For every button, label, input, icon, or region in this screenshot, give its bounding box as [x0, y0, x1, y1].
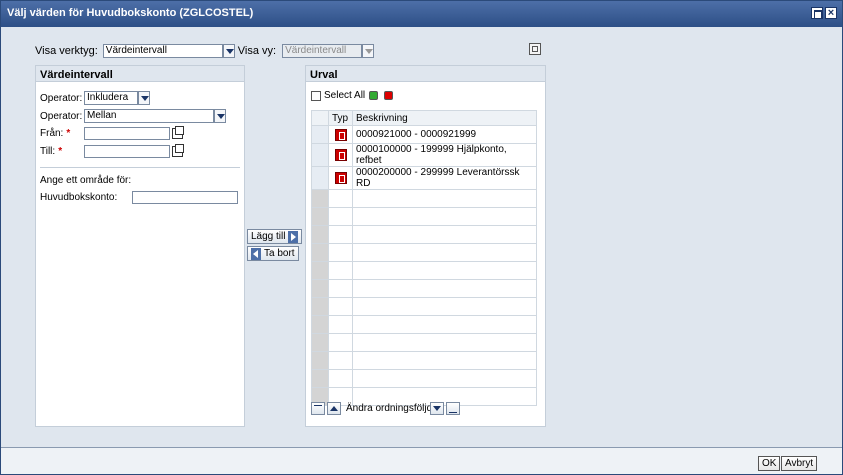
select-all-checkbox[interactable]: [311, 90, 321, 101]
remove-button[interactable]: Ta bort: [247, 246, 299, 261]
dialog-content: Visa verktyg: Värdeintervall Visa vy: Vä…: [3, 27, 842, 447]
empty-row: [311, 333, 537, 352]
value-selection-dialog: Välj värden för Huvudbokskonto (ZGLCOSTE…: [0, 0, 843, 475]
table-row[interactable]: 0000921000 - 0000921999: [311, 125, 537, 144]
visa-vy-label: Visa vy:: [237, 45, 277, 57]
move-bottom-icon[interactable]: [446, 402, 460, 415]
table-row[interactable]: 0000200000 - 299999 Leverantörssk RD: [311, 166, 537, 190]
dialog-footer: OK Avbryt: [1, 447, 842, 474]
reorder-label: Ändra ordningsföljd: [346, 403, 433, 414]
required-marker: *: [58, 146, 63, 157]
maximize-icon[interactable]: [811, 7, 823, 19]
operator1-select[interactable]: Inkludera: [84, 91, 138, 105]
chevron-down-icon[interactable]: [222, 44, 235, 58]
table-row[interactable]: 0000100000 - 199999 Hjälpkonto, refbet: [311, 143, 537, 167]
empty-row: [311, 279, 537, 298]
chevron-down-icon[interactable]: [138, 91, 150, 105]
row-selector[interactable]: [311, 143, 329, 167]
chevron-down-icon[interactable]: [214, 109, 226, 123]
empty-row: [311, 315, 537, 334]
visa-verktyg-label: Visa verktyg:: [35, 45, 98, 57]
visa-vy-select: Värdeintervall: [282, 44, 363, 58]
add-label: Lägg till: [251, 231, 286, 242]
row-description: 0000200000 - 299999 Leverantörssk RD: [352, 166, 537, 190]
visa-verktyg-select[interactable]: Värdeintervall: [102, 44, 223, 58]
exclude-type-icon: [334, 149, 347, 161]
exclude-type-icon: [334, 172, 347, 184]
exclude-type-icon: [334, 128, 347, 141]
row-description: 0000100000 - 199999 Hjälpkonto, refbet: [352, 143, 537, 167]
select-all-label: Select All: [324, 90, 366, 101]
empty-row: [311, 189, 537, 208]
empty-row: [311, 369, 537, 388]
arrow-right-icon: [288, 230, 299, 243]
settings-icon[interactable]: [529, 43, 541, 55]
empty-row: [311, 351, 537, 370]
range-panel: Värdeintervall Operator: Inkludera Opera…: [35, 65, 245, 427]
fran-input[interactable]: [84, 127, 170, 140]
move-top-icon[interactable]: [311, 402, 325, 415]
red-status-icon[interactable]: [384, 91, 394, 100]
empty-row: [311, 243, 537, 262]
empty-row: [311, 261, 537, 280]
remove-label: Ta bort: [264, 248, 295, 259]
selection-panel: Urval Select All Typ Beskrivning 0000921…: [305, 65, 546, 427]
col-typ: Typ: [328, 110, 353, 126]
required-marker: *: [66, 128, 71, 139]
selection-panel-title: Urval: [306, 66, 545, 82]
fran-label: Från:: [40, 128, 64, 139]
row-description: 0000921000 - 0000921999: [352, 125, 537, 144]
value-help-icon[interactable]: [172, 126, 184, 139]
title-bar: Välj värden för Huvudbokskonto (ZGLCOSTE…: [1, 1, 842, 27]
green-status-icon[interactable]: [369, 91, 379, 100]
value-help-icon[interactable]: [172, 144, 184, 157]
table-header: Typ Beskrivning: [311, 110, 537, 126]
selection-table: Typ Beskrivning 0000921000 - 0000921999 …: [311, 110, 537, 406]
operator2-label: Operator:: [40, 110, 83, 122]
account-input[interactable]: [132, 191, 238, 204]
move-down-icon[interactable]: [430, 402, 444, 415]
row-selector[interactable]: [311, 125, 329, 144]
divider: [40, 167, 240, 168]
cancel-button[interactable]: Avbryt: [781, 456, 818, 471]
move-up-icon[interactable]: [327, 402, 341, 415]
col-beskrivning: Beskrivning: [352, 110, 537, 126]
ok-button[interactable]: OK: [758, 456, 781, 471]
close-icon[interactable]: ×: [825, 7, 837, 19]
operator1-label: Operator:: [40, 92, 83, 104]
till-label: Till:: [40, 146, 56, 157]
chevron-down-icon-disabled: [362, 44, 375, 58]
till-input[interactable]: [84, 145, 170, 158]
empty-row: [311, 207, 537, 226]
range-hint-label: Ange ett område för:: [40, 175, 132, 186]
row-selector[interactable]: [311, 166, 329, 190]
empty-row: [311, 297, 537, 316]
add-button[interactable]: Lägg till: [247, 229, 303, 244]
account-label: Huvudbokskonto:: [40, 192, 118, 203]
empty-row: [311, 225, 537, 244]
view-toolbar: Visa verktyg: Värdeintervall Visa vy: Vä…: [35, 43, 375, 59]
range-panel-title: Värdeintervall: [36, 66, 244, 82]
arrow-left-icon: [251, 247, 261, 260]
operator2-select[interactable]: Mellan: [84, 109, 214, 123]
dialog-title: Välj värden för Huvudbokskonto (ZGLCOSTE…: [7, 7, 254, 19]
